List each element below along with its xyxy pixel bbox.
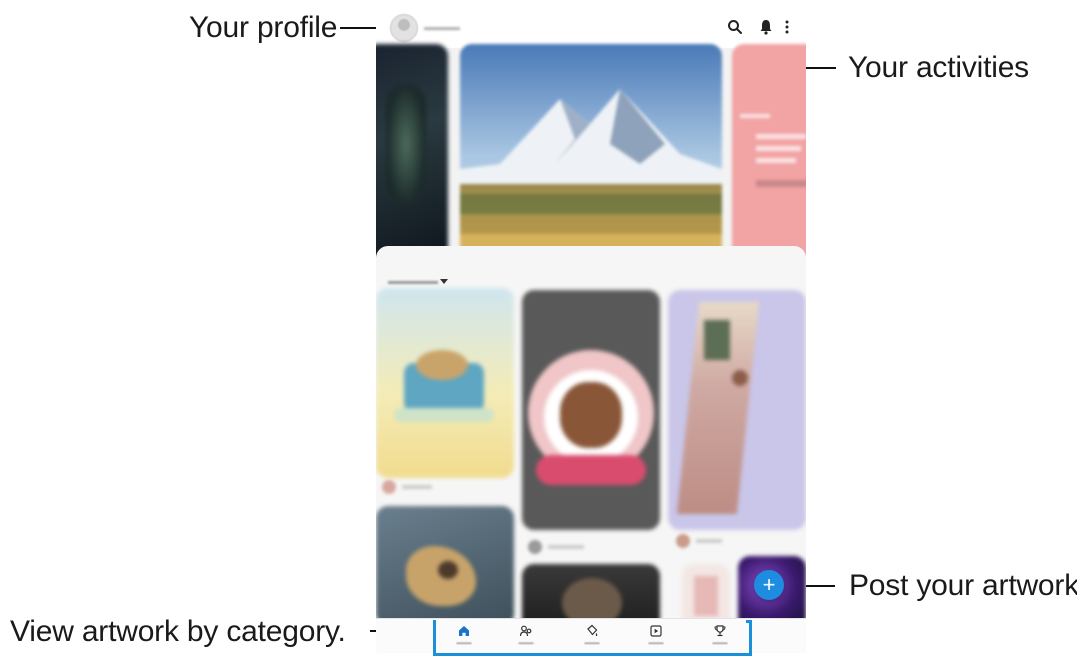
- artwork-card-poodle[interactable]: [522, 290, 660, 530]
- artwork-card-tall-figure[interactable]: [668, 290, 806, 530]
- category-highlight-bracket: [433, 620, 752, 656]
- callout-your-activities: Your activities: [848, 51, 1029, 84]
- username-placeholder: ▬▬▬▬: [424, 22, 460, 32]
- featured-banner-right[interactable]: [732, 44, 806, 266]
- app-screen: ▬▬▬▬ ▬▬▬▬▬ + ▬▬▬ ▬▬▬ ▬▬▬ ▬▬▬ ▬▬▬: [376, 8, 806, 653]
- callout-view-by-category: View artwork by category.: [10, 615, 346, 648]
- bell-icon[interactable]: [757, 18, 775, 36]
- bracket-top-left: [433, 620, 436, 623]
- featured-banner-left[interactable]: [376, 44, 448, 266]
- search-icon[interactable]: [726, 18, 744, 36]
- featured-banner-mountain[interactable]: [460, 44, 722, 266]
- more-icon[interactable]: [778, 18, 796, 36]
- mountain-artwork: [460, 44, 722, 266]
- chevron-down-icon[interactable]: [440, 279, 448, 284]
- bracket-top-right: [746, 620, 749, 623]
- callout-post-artwork: Post your artwork.: [849, 569, 1077, 602]
- callout-your-profile: Your profile: [189, 11, 338, 44]
- artwork-card-cat-bath[interactable]: [376, 288, 514, 478]
- card-meta-tall-figure: [676, 534, 796, 548]
- card-meta-poodle: [528, 540, 658, 554]
- profile-avatar[interactable]: [390, 14, 418, 42]
- sort-dropdown-label[interactable]: ▬▬▬▬▬: [388, 276, 438, 287]
- app-bar: ▬▬▬▬: [376, 8, 806, 48]
- card-meta-cat-bath: [382, 480, 512, 494]
- post-artwork-fab[interactable]: +: [754, 570, 784, 600]
- artwork-card-bird[interactable]: [376, 506, 514, 626]
